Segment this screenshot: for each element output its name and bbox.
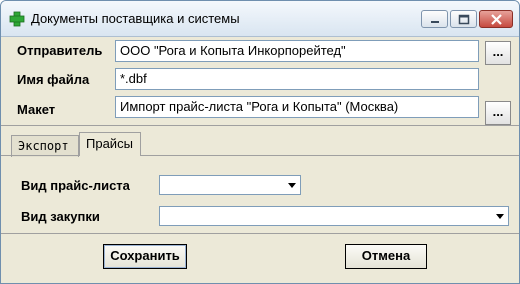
pricelist-type-select[interactable] bbox=[159, 175, 301, 195]
save-button[interactable]: Сохранить bbox=[103, 244, 187, 269]
divider bbox=[1, 125, 519, 126]
footer-divider bbox=[1, 233, 519, 234]
maximize-icon bbox=[458, 14, 470, 25]
template-label: Макет bbox=[17, 102, 56, 117]
maximize-button[interactable] bbox=[450, 10, 477, 28]
sender-label: Отправитель bbox=[17, 43, 103, 58]
template-browse-button[interactable]: ... bbox=[485, 101, 511, 125]
tab-prices[interactable]: Прайсы bbox=[79, 132, 141, 156]
sender-browse-button[interactable]: ... bbox=[485, 41, 511, 65]
filename-label: Имя файла bbox=[17, 72, 90, 87]
tab-strip-line-left bbox=[1, 155, 79, 156]
close-icon bbox=[491, 14, 502, 25]
window-title: Документы поставщика и системы bbox=[31, 11, 240, 26]
pricelist-type-label: Вид прайс-листа bbox=[21, 178, 130, 193]
title-bar[interactable]: Документы поставщика и системы bbox=[1, 1, 519, 37]
purchase-type-label: Вид закупки bbox=[21, 209, 100, 224]
template-field[interactable]: Импорт прайс-листа "Рога и Копыта" (Моск… bbox=[115, 96, 479, 118]
cancel-button[interactable]: Отмена bbox=[345, 244, 427, 269]
chevron-down-icon bbox=[496, 214, 504, 219]
green-cross-icon bbox=[9, 11, 25, 27]
tab-strip-line-right bbox=[141, 155, 519, 156]
tab-export[interactable]: Экспорт bbox=[11, 135, 79, 157]
dialog-window: Документы поставщика и системы Отправите… bbox=[0, 0, 520, 284]
sender-field[interactable]: ООО "Рога и Копыта Инкорпорейтед" bbox=[115, 40, 479, 62]
purchase-type-select[interactable] bbox=[159, 206, 509, 226]
dialog-body: Отправитель ООО "Рога и Копыта Инкорпоре… bbox=[1, 37, 519, 283]
minimize-icon bbox=[431, 21, 439, 23]
close-button[interactable] bbox=[479, 10, 513, 28]
filename-field[interactable]: *.dbf bbox=[115, 68, 479, 90]
chevron-down-icon bbox=[288, 183, 296, 188]
minimize-button[interactable] bbox=[421, 10, 448, 28]
